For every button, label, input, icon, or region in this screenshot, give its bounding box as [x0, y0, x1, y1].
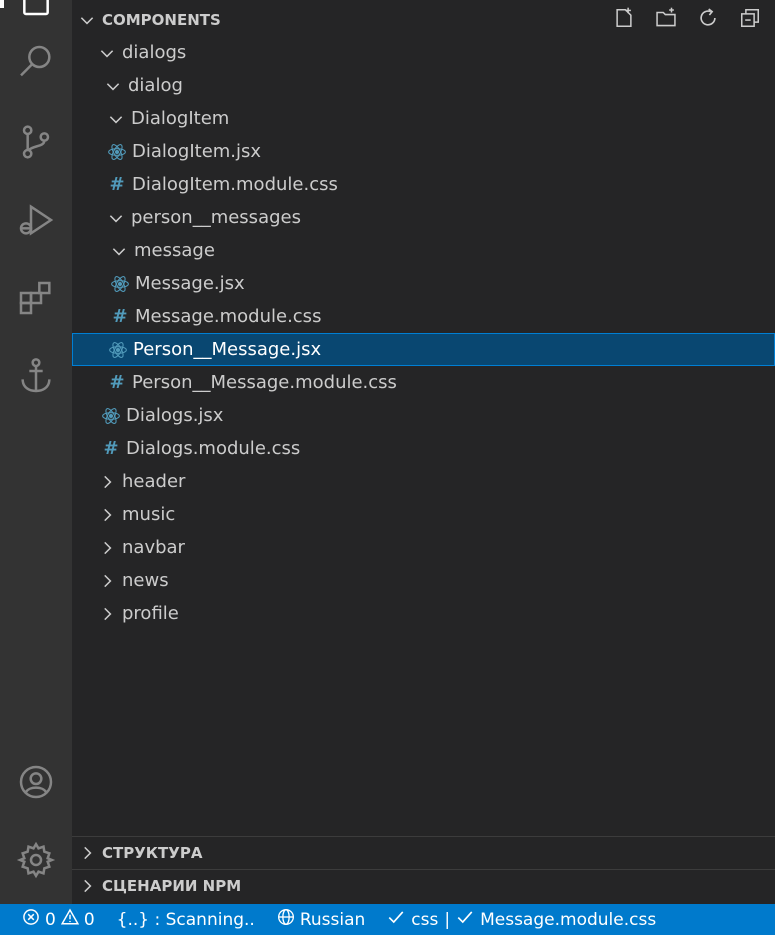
tree-item-label: person__messages	[131, 207, 301, 228]
anchor-icon[interactable]	[14, 354, 58, 398]
new-folder-icon[interactable]	[651, 3, 681, 33]
tree-file-row[interactable]: # Person__Message.module.css	[72, 366, 775, 399]
tree-item-label: Person__Message.module.css	[132, 372, 397, 393]
tree-file-row[interactable]: Person__Message.jsx	[72, 333, 775, 366]
tree-folder-row[interactable]: dialog	[72, 69, 775, 102]
tree-file-row[interactable]: # Dialogs.module.css	[72, 432, 775, 465]
tree-item-label: Dialogs.module.css	[126, 438, 301, 459]
chevron-down-icon	[102, 75, 124, 97]
tree-file-row[interactable]: # DialogItem.module.css	[72, 168, 775, 201]
tree-folder-row[interactable]: header	[72, 465, 775, 498]
warning-count: 0	[83, 909, 95, 930]
active-file-text: Message.module.css	[480, 909, 657, 930]
chevron-right-icon	[96, 603, 118, 625]
header-actions	[609, 3, 765, 33]
globe-icon	[277, 908, 295, 931]
tree-folder-row[interactable]: dialogs	[72, 36, 775, 69]
tree-item-label: Dialogs.jsx	[126, 405, 224, 426]
section-title: COMPONENTS	[102, 10, 221, 29]
chevron-down-icon	[108, 240, 130, 262]
tree-item-label: DialogItem	[131, 108, 230, 129]
tree-file-row[interactable]: # Message.module.css	[72, 300, 775, 333]
status-bar: 0 0 {..} : Scanning.. Russian css | Mess…	[0, 904, 775, 935]
chevron-down-icon	[72, 11, 102, 29]
tree-folder-row[interactable]: DialogItem	[72, 102, 775, 135]
section-label: СЦЕНАРИИ NPM	[102, 877, 242, 895]
explorer-sidebar: COMPONENTS dialogs dialog DialogItem Dialog…	[72, 0, 775, 904]
language-text: Russian	[299, 909, 366, 930]
css-text: css	[411, 909, 439, 930]
tree-item-label: DialogItem.module.css	[132, 174, 338, 195]
check-icon	[456, 908, 474, 931]
react-file-icon	[106, 141, 128, 163]
tree-folder-row[interactable]: message	[72, 234, 775, 267]
tree-folder-row[interactable]: music	[72, 498, 775, 531]
css-hash-icon: #	[109, 372, 125, 393]
run-debug-icon[interactable]	[14, 198, 58, 242]
tree-file-row[interactable]: Dialogs.jsx	[72, 399, 775, 432]
collapsed-section-header[interactable]: СЦЕНАРИИ NPM	[72, 869, 775, 902]
scanning-status[interactable]: {..} : Scanning..	[117, 910, 255, 930]
tree-item-label: dialog	[128, 75, 183, 96]
chevron-right-icon	[96, 471, 118, 493]
tree-item-label: music	[122, 504, 176, 525]
tree-folder-row[interactable]: news	[72, 564, 775, 597]
chevron-down-icon	[96, 42, 118, 64]
active-indicator	[0, 0, 4, 8]
section-label: СТРУКТУРА	[102, 844, 203, 862]
tree-item-label: Person__Message.jsx	[133, 339, 322, 360]
language-status[interactable]: Russian	[277, 908, 365, 931]
tree-item-label: Message.jsx	[135, 273, 245, 294]
tree-item-label: news	[122, 570, 169, 591]
tree-folder-row[interactable]: navbar	[72, 531, 775, 564]
css-hash-icon: #	[112, 306, 128, 327]
chevron-down-icon	[105, 108, 127, 130]
tree-item-label: navbar	[122, 537, 185, 558]
refresh-icon[interactable]	[693, 3, 723, 33]
tree-item-label: DialogItem.jsx	[132, 141, 262, 162]
chevron-right-icon	[72, 877, 102, 895]
bottom-sections: СТРУКТУРА СЦЕНАРИИ NPM	[72, 836, 775, 902]
check-icon	[387, 908, 405, 931]
chevron-right-icon	[96, 570, 118, 592]
tree-item-label: header	[122, 471, 186, 492]
search-icon[interactable]	[14, 40, 58, 84]
error-count: 0	[45, 909, 56, 930]
chevron-down-icon	[105, 207, 127, 229]
css-hash-icon: #	[109, 174, 125, 195]
source-control-icon[interactable]	[14, 120, 58, 164]
collapsed-section-header[interactable]: СТРУКТУРА	[72, 836, 775, 869]
tree-item-label: dialogs	[122, 42, 187, 63]
tree-item-label: Message.module.css	[135, 306, 322, 327]
tree-file-row[interactable]: DialogItem.jsx	[72, 135, 775, 168]
tree-folder-row[interactable]: person__messages	[72, 201, 775, 234]
settings-gear-icon[interactable]	[14, 838, 58, 882]
error-icon	[22, 908, 40, 931]
file-tree: dialogs dialog DialogItem DialogItem.jsx # Di…	[72, 36, 775, 630]
tree-item-label: profile	[122, 603, 179, 624]
account-icon[interactable]	[14, 760, 58, 804]
tree-folder-row[interactable]: profile	[72, 597, 775, 630]
new-file-icon[interactable]	[609, 3, 639, 33]
css-status[interactable]: css | Message.module.css	[387, 908, 656, 931]
chevron-right-icon	[72, 844, 102, 862]
problems-indicator[interactable]: 0 0	[22, 908, 95, 931]
tree-file-row[interactable]: Message.jsx	[72, 267, 775, 300]
react-file-icon	[109, 273, 131, 295]
extensions-icon[interactable]	[14, 276, 58, 320]
collapse-all-icon[interactable]	[735, 3, 765, 33]
react-file-icon	[100, 405, 122, 427]
scanning-text: {..} : Scanning..	[116, 909, 255, 930]
css-hash-icon: #	[103, 438, 119, 459]
tree-item-label: message	[134, 240, 215, 261]
react-file-icon	[107, 339, 129, 361]
explorer-icon[interactable]	[14, 0, 58, 36]
status-separator: |	[444, 909, 451, 930]
activity-bar	[0, 0, 72, 904]
chevron-right-icon	[96, 537, 118, 559]
warning-icon	[60, 908, 79, 931]
chevron-right-icon	[96, 504, 118, 526]
